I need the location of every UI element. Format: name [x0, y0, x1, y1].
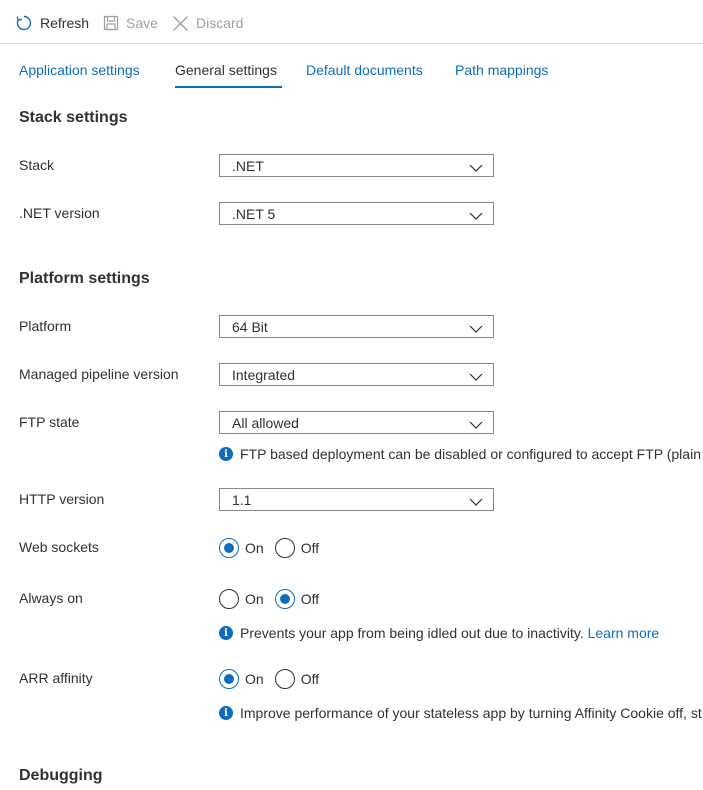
- discard-button[interactable]: Discard: [172, 12, 243, 34]
- always-on-off-radio[interactable]: Off: [274, 589, 319, 609]
- stack-settings-heading: Stack settings: [19, 109, 128, 126]
- debugging-heading: Debugging: [19, 767, 103, 784]
- learn-more-link[interactable]: Learn more: [588, 625, 660, 641]
- net-version-label: .NET version: [19, 205, 100, 221]
- chevron-down-icon: [469, 494, 483, 510]
- http-version-value: 1.1: [232, 492, 252, 508]
- platform-settings-heading: Platform settings: [19, 270, 150, 287]
- http-version-dropdown[interactable]: 1.1: [219, 488, 494, 511]
- refresh-button[interactable]: Refresh: [15, 12, 89, 34]
- arr-affinity-info: i Improve performance of your stateless …: [219, 705, 702, 721]
- ftp-state-label: FTP state: [19, 414, 80, 430]
- web-sockets-radio-group: On Off: [219, 538, 330, 558]
- platform-value: 64 Bit: [232, 319, 268, 335]
- tab-default-documents[interactable]: Default documents: [306, 62, 423, 78]
- discard-icon: [172, 15, 189, 32]
- chevron-down-icon: [469, 160, 483, 176]
- refresh-icon: [15, 14, 33, 32]
- radio-unchecked-icon: [274, 669, 295, 689]
- refresh-label: Refresh: [40, 15, 90, 31]
- ftp-info-text: FTP based deployment can be disabled or …: [240, 446, 703, 462]
- http-version-label: HTTP version: [19, 491, 105, 507]
- stack-value: .NET: [232, 158, 264, 174]
- web-sockets-off-radio[interactable]: Off: [274, 538, 319, 558]
- chevron-down-icon: [469, 208, 483, 224]
- info-icon: i: [219, 447, 233, 461]
- pipeline-dropdown[interactable]: Integrated: [219, 363, 494, 386]
- ftp-state-dropdown[interactable]: All allowed: [219, 411, 494, 434]
- info-icon: i: [219, 706, 233, 720]
- settings-tabs: Application settings General settings De…: [0, 44, 703, 90]
- active-tab-indicator: [175, 86, 282, 88]
- web-sockets-label: Web sockets: [19, 539, 99, 555]
- always-on-radio-group: On Off: [219, 589, 330, 609]
- ftp-info: i FTP based deployment can be disabled o…: [219, 446, 703, 462]
- save-button[interactable]: Save: [103, 12, 158, 34]
- always-on-on-radio[interactable]: On: [219, 589, 264, 609]
- stack-label: Stack: [19, 157, 55, 173]
- radio-checked-icon: [219, 538, 239, 558]
- tab-path-mappings[interactable]: Path mappings: [455, 62, 548, 78]
- pipeline-value: Integrated: [232, 367, 296, 383]
- net-version-dropdown[interactable]: .NET 5: [219, 202, 494, 225]
- arr-affinity-info-text: Improve performance of your stateless ap…: [240, 705, 702, 721]
- stack-dropdown[interactable]: .NET: [219, 154, 494, 177]
- tab-general-settings[interactable]: General settings: [175, 62, 277, 78]
- tab-application-settings[interactable]: Application settings: [19, 62, 140, 78]
- radio-checked-icon: [219, 669, 239, 689]
- chevron-down-icon: [469, 369, 483, 385]
- platform-label: Platform: [19, 318, 72, 334]
- radio-unchecked-icon: [219, 589, 239, 609]
- arr-affinity-radio-group: On Off: [219, 669, 330, 689]
- discard-label: Discard: [196, 15, 244, 31]
- info-icon: i: [219, 626, 233, 640]
- ftp-state-value: All allowed: [232, 415, 299, 431]
- save-label: Save: [126, 15, 158, 31]
- pipeline-label: Managed pipeline version: [19, 366, 179, 382]
- platform-dropdown[interactable]: 64 Bit: [219, 315, 494, 338]
- net-version-value: .NET 5: [232, 206, 276, 222]
- radio-unchecked-icon: [274, 538, 295, 558]
- arr-affinity-on-radio[interactable]: On: [219, 669, 264, 689]
- chevron-down-icon: [469, 321, 483, 337]
- always-on-info: i Prevents your app from being idled out…: [219, 625, 659, 641]
- arr-affinity-label: ARR affinity: [19, 670, 93, 686]
- always-on-info-text: Prevents your app from being idled out d…: [240, 625, 660, 641]
- always-on-label: Always on: [19, 590, 83, 606]
- arr-affinity-off-radio[interactable]: Off: [274, 669, 319, 689]
- save-icon: [103, 15, 119, 31]
- chevron-down-icon: [469, 417, 483, 433]
- command-bar: Refresh Save Discard: [0, 0, 703, 44]
- web-sockets-on-radio[interactable]: On: [219, 538, 264, 558]
- radio-checked-icon: [274, 589, 295, 609]
